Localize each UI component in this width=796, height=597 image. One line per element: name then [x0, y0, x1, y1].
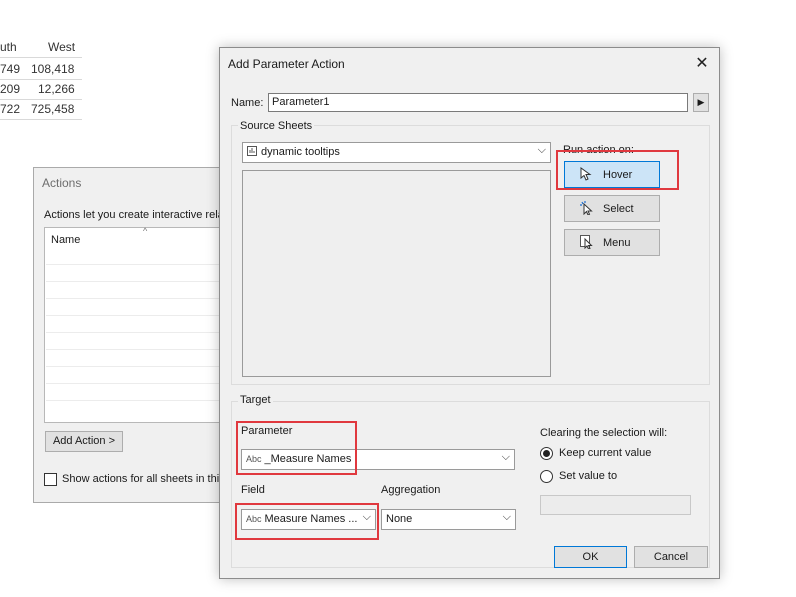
source-sheets-label: Source Sheets	[238, 120, 315, 132]
actions-window-title: Actions	[42, 176, 82, 190]
keep-current-value-radio[interactable]	[540, 447, 553, 460]
table-cell: 12,266	[38, 82, 75, 96]
set-value-to-radio[interactable]	[540, 470, 553, 483]
keep-current-value-label: Keep current value	[559, 447, 652, 459]
list-row-line	[46, 315, 232, 316]
set-value-to-label: Set value to	[559, 470, 618, 482]
actions-window: Actions Actions let you create interacti…	[33, 167, 233, 503]
ok-button[interactable]: OK	[554, 546, 627, 568]
table-cell: 209	[0, 82, 21, 96]
add-parameter-action-dialog: Add Parameter Action ✕ Name: Parameter1 …	[219, 47, 720, 579]
field-dropdown[interactable]: Abc Measure Names ... ⌵	[241, 509, 376, 530]
sort-caret-icon[interactable]: ^	[143, 226, 147, 236]
chevron-down-icon: ⌵	[362, 511, 371, 523]
string-type-icon: Abc	[246, 454, 262, 464]
aggregation-dropdown[interactable]: None ⌵	[381, 509, 516, 530]
chevron-down-icon: ⌵	[502, 511, 511, 523]
table-cell: 749	[0, 62, 21, 76]
show-all-sheets-label: Show actions for all sheets in this	[62, 473, 225, 485]
source-sheet-dropdown[interactable]: dynamic tooltips ⌵	[242, 142, 551, 163]
header-divider	[0, 57, 82, 58]
select-button[interactable]: Select	[564, 195, 660, 222]
table-cell: 722	[0, 102, 21, 116]
string-type-icon: Abc	[246, 514, 262, 524]
row-divider	[0, 79, 82, 80]
show-all-sheets-checkbox[interactable]	[44, 473, 57, 486]
actions-list-header-name[interactable]: Name	[51, 234, 80, 246]
cancel-button[interactable]: Cancel	[634, 546, 708, 568]
source-sheets-list[interactable]	[242, 170, 551, 377]
list-row-line	[46, 400, 232, 401]
set-value-input[interactable]	[540, 495, 691, 515]
target-label: Target	[238, 394, 273, 406]
menu-button[interactable]: Menu	[564, 229, 660, 256]
actions-description: Actions let you create interactive rela	[44, 209, 224, 221]
list-row-line	[46, 264, 232, 265]
row-divider	[0, 99, 82, 100]
column-header-west: West	[48, 40, 76, 54]
column-header-south: uth	[0, 40, 17, 54]
field-value: Measure Names ...	[264, 513, 358, 525]
aggregation-label: Aggregation	[381, 484, 441, 496]
close-icon[interactable]: ✕	[693, 53, 711, 73]
list-row-line	[46, 332, 232, 333]
parameter-dropdown[interactable]: Abc _Measure Names ⌵	[241, 449, 515, 470]
worksheet-icon	[247, 146, 257, 156]
list-row-line	[46, 349, 232, 350]
select-label: Select	[603, 203, 634, 215]
add-action-button[interactable]: Add Action >	[45, 431, 123, 452]
list-row-line	[46, 383, 232, 384]
name-menu-arrow-button[interactable]: ▶	[693, 93, 709, 112]
parameter-value: _Measure Names	[264, 453, 352, 465]
select-cursor-icon	[580, 201, 594, 216]
parameter-label: Parameter	[241, 425, 293, 437]
menu-cursor-icon	[580, 235, 594, 250]
list-row-line	[46, 281, 232, 282]
name-input[interactable]: Parameter1	[268, 93, 688, 112]
clearing-selection-label: Clearing the selection will:	[540, 427, 668, 439]
chevron-down-icon: ⌵	[501, 451, 510, 463]
table-cell: 725,458	[31, 102, 75, 116]
chevron-down-icon: ⌵	[537, 144, 546, 156]
dialog-title: Add Parameter Action	[228, 57, 345, 71]
hover-button[interactable]: Hover	[564, 161, 660, 188]
actions-list[interactable]: ^ Name	[44, 226, 232, 423]
aggregation-value: None	[386, 513, 413, 525]
list-row-line	[46, 298, 232, 299]
row-divider	[0, 119, 82, 120]
field-label: Field	[241, 484, 265, 496]
list-row-line	[46, 366, 232, 367]
cursor-icon	[580, 167, 594, 181]
run-action-on-label: Run action on:	[563, 144, 634, 156]
source-sheet-value: dynamic tooltips	[261, 146, 340, 158]
hover-label: Hover	[603, 169, 633, 181]
name-label: Name:	[231, 97, 264, 109]
menu-label: Menu	[603, 237, 631, 249]
table-cell: 108,418	[31, 62, 75, 76]
